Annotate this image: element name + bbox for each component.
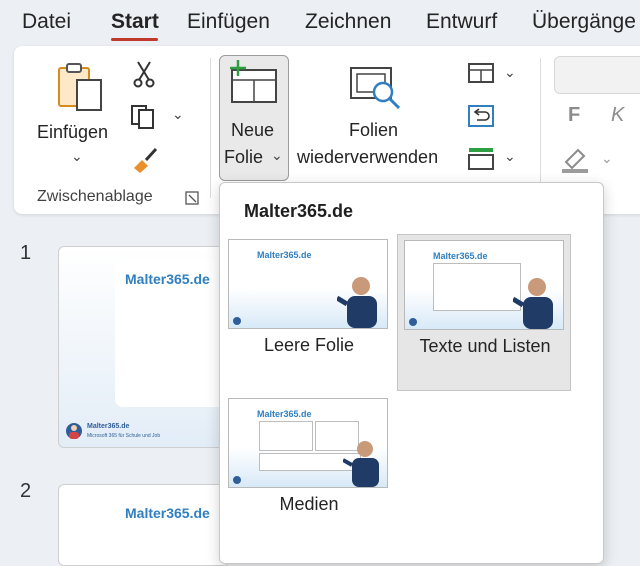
layout-icon[interactable] — [467, 62, 495, 84]
slide-title: Malter365.de — [125, 271, 210, 287]
layout-thumb-title: Malter365.de — [257, 409, 312, 419]
presenter-image — [337, 277, 377, 328]
layout-thumbnail: Malter365.de — [228, 398, 388, 488]
new-slide-chevron-icon: ⌄ — [271, 147, 283, 163]
tab-uebergaenge[interactable]: Übergänge — [532, 10, 636, 34]
new-slide-label-2: Folie — [224, 147, 264, 167]
slide-thumbnail-1[interactable]: Malter365.de Malter365.de Microsoft 365 … — [58, 246, 230, 448]
slide-number: 1 — [20, 242, 32, 264]
paste-chevron-icon[interactable]: ⌄ — [71, 148, 83, 165]
copy-icon[interactable] — [130, 104, 160, 130]
scissors-icon[interactable] — [133, 60, 155, 88]
tab-entwurf[interactable]: Entwurf — [426, 10, 497, 34]
ribbon-separator — [210, 58, 211, 198]
layout-label: Texte und Listen — [419, 336, 551, 356]
copy-chevron-icon[interactable]: ⌄ — [172, 106, 184, 123]
ribbon-separator — [540, 58, 541, 198]
slide-footer-title: Malter365.de — [87, 423, 130, 430]
layout-thumbnail: Malter365.de — [228, 239, 388, 329]
reuse-slides-label-1[interactable]: Folien — [349, 120, 398, 141]
paste-label[interactable]: Einfügen — [37, 122, 108, 143]
content-placeholder — [433, 263, 521, 311]
tab-start[interactable]: Start — [111, 10, 159, 34]
dialog-launcher-icon[interactable] — [185, 191, 199, 205]
layout-thumbnail: Malter365.de — [404, 240, 564, 330]
presenter-image — [343, 441, 379, 487]
slide-title: Malter365.de — [125, 505, 210, 521]
new-slide-dropdown: Malter365.de Malter365.de Leere Folie Ma… — [219, 182, 604, 564]
presenter-image — [513, 278, 553, 329]
section-icon[interactable] — [467, 146, 495, 172]
clipboard-paste-icon[interactable] — [57, 62, 105, 114]
italic-button[interactable]: K — [611, 104, 624, 127]
layout-option-medien[interactable]: Malter365.de Medien — [228, 398, 390, 528]
tab-zeichnen[interactable]: Zeichnen — [305, 10, 391, 34]
format-painter-icon[interactable] — [130, 146, 160, 174]
dropdown-title: Malter365.de — [244, 201, 354, 221]
slide-number: 2 — [20, 480, 32, 502]
layout-chevron-icon[interactable]: ⌄ — [504, 64, 516, 81]
slide-footer-subtitle: Microsoft 365 für Schule und Job — [87, 433, 161, 439]
reuse-slides-icon[interactable] — [349, 64, 405, 112]
menu-bar: Datei Start Einfügen Zeichnen Entwurf Üb… — [0, 0, 640, 46]
font-name-box[interactable] — [554, 56, 640, 94]
new-slide-label-1: Neue — [231, 120, 275, 140]
bold-button[interactable]: F — [568, 104, 580, 127]
highlighter-icon[interactable] — [560, 146, 590, 174]
clipboard-group-label: Zwischenablage — [37, 188, 153, 205]
reset-slide-icon[interactable] — [467, 104, 495, 128]
layout-thumb-title: Malter365.de — [257, 250, 312, 260]
logo-icon — [233, 476, 241, 484]
media-placeholder — [259, 421, 313, 451]
layout-label: Medien — [279, 494, 339, 514]
new-slide-icon — [230, 60, 277, 103]
logo-icon — [233, 317, 241, 325]
section-chevron-icon[interactable]: ⌄ — [504, 148, 516, 165]
highlighter-chevron-icon[interactable]: ⌄ — [601, 150, 613, 167]
active-tab-indicator — [111, 38, 158, 41]
tab-einfuegen[interactable]: Einfügen — [187, 10, 270, 34]
slide-thumbnail-2[interactable]: Malter365.de — [58, 484, 230, 566]
tab-datei[interactable]: Datei — [22, 10, 71, 34]
logo-icon — [66, 423, 82, 439]
layout-option-leere-folie[interactable]: Malter365.de Leere Folie — [228, 239, 390, 369]
logo-icon — [409, 318, 417, 326]
layout-thumb-title: Malter365.de — [433, 251, 488, 261]
reuse-slides-label-2[interactable]: wiederverwenden — [297, 147, 438, 168]
layout-option-texte-und-listen[interactable]: Malter365.de Texte und Listen — [397, 234, 571, 391]
layout-label: Leere Folie — [263, 335, 355, 355]
